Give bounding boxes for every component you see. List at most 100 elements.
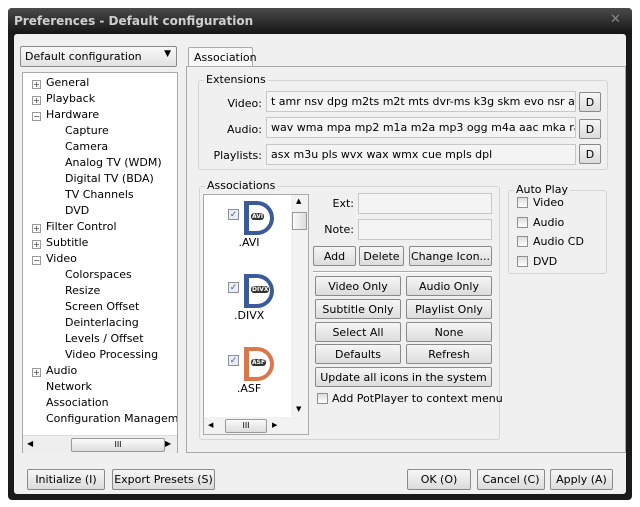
tree-item[interactable]: Screen Offset [65,300,139,313]
update-icons-button[interactable]: Update all icons in the system [315,367,492,387]
autoplay-legend: Auto Play [514,183,570,196]
autoplay-label: Video [533,196,564,209]
expand-icon[interactable]: + [32,96,41,105]
expand-icon[interactable]: + [32,224,41,233]
tree-item[interactable]: Playback [46,92,95,105]
autoplay-checkbox[interactable] [517,216,528,228]
refresh-button[interactable]: Refresh [406,344,492,364]
tree-item[interactable]: Subtitle [46,236,88,249]
association-checkbox[interactable]: ✓ [228,355,239,366]
tree-item[interactable]: Capture [65,124,109,137]
close-icon[interactable]: ✕ [610,12,621,27]
add-button[interactable]: Add [313,246,356,266]
select-all-button[interactable]: Select All [315,322,401,342]
playlist-only-button[interactable]: Playlist Only [406,299,492,319]
autoplay-checkbox[interactable] [517,236,528,248]
note-input[interactable] [358,219,492,240]
playlists-ext-label: Playlists: [213,149,262,162]
tree-item[interactable]: Network [46,380,92,393]
ext-label: Ext: [332,197,354,210]
cancel-button[interactable]: Cancel (C) [477,469,545,490]
file-type-icon: AVI [244,201,274,235]
audio-ext-label: Audio: [227,123,262,136]
video-default-button[interactable]: D [579,92,601,112]
collapse-icon[interactable]: − [32,256,41,265]
tree-item[interactable]: Filter Control [46,220,117,233]
tab-association[interactable]: Association [188,47,257,67]
assoc-hscroll-thumb[interactable]: III [225,419,267,433]
tree-item[interactable]: Association [46,396,109,409]
associations-legend: Associations [205,179,278,192]
video-ext-input[interactable]: t amr nsv dpg m2ts m2t mts dvr-ms k3g sk… [266,91,576,112]
settings-tree[interactable]: + General + Playback − Hardware Capture Camera A… [22,72,178,453]
association-ext-label[interactable]: .DIVX [234,309,264,322]
apply-button[interactable]: Apply (A) [550,469,613,490]
subtitle-only-button[interactable]: Subtitle Only [315,299,401,319]
autoplay-label: Audio [533,215,565,229]
vscroll-thumb[interactable] [292,212,307,230]
scroll-down-icon[interactable]: ▼ [296,405,301,413]
tree-item[interactable]: Resize [65,284,100,297]
tree-item[interactable]: Colorspaces [65,268,132,281]
tree-item[interactable]: DVD [65,204,89,217]
tree-hscroll-thumb[interactable]: III [71,438,165,452]
expand-icon[interactable]: + [32,240,41,249]
file-type-icon: ASF [244,347,274,381]
tree-item[interactable]: Camera [65,140,108,153]
playlists-ext-input[interactable]: asx m3u pls wvx wax wmx cue mpls dpl [266,144,576,165]
tree-item[interactable]: General [46,76,89,89]
tree-item[interactable]: Deinterlacing [65,316,139,329]
association-checkbox[interactable]: ✓ [228,282,239,293]
association-vscrollbar[interactable]: ▲ ▼ [291,195,308,417]
scroll-right-icon[interactable]: ▶ [272,421,277,429]
audio-default-button[interactable]: D [579,119,601,139]
video-only-button[interactable]: Video Only [315,276,401,296]
playlists-default-button[interactable]: D [579,144,601,164]
tab-label: Association [194,51,257,64]
window-title: Preferences - Default configuration [14,14,254,28]
association-ext-label[interactable]: .AVI [234,236,264,249]
note-label: Note: [324,223,354,236]
context-menu-checkbox[interactable] [317,393,328,404]
tree-item[interactable]: TV Channels [65,188,134,201]
config-select[interactable]: Default configuration ▼ [20,46,177,67]
association-ext-label[interactable]: .ASF [234,382,264,395]
scroll-left-icon[interactable]: ◀ [27,439,33,448]
tree-hscrollbar[interactable]: ◀ III ▶ [23,435,177,453]
divider [313,271,492,273]
defaults-button[interactable]: Defaults [315,344,401,364]
expand-icon[interactable]: + [32,80,41,89]
ext-input[interactable] [358,193,492,214]
audio-only-button[interactable]: Audio Only [406,276,492,296]
file-type-tag: DIVX [251,286,270,293]
audio-ext-input[interactable]: wav wma mpa mp2 m1a m2a mp3 ogg m4a aac … [266,117,576,138]
delete-button[interactable]: Delete [359,246,404,266]
association-hscrollbar[interactable]: ◀ III ▶ [204,417,308,434]
export-presets-button[interactable]: Export Presets (S) [112,469,215,490]
extensions-legend: Extensions [204,73,268,86]
tree-item[interactable]: Levels / Offset [65,332,144,345]
chevron-down-icon: ▼ [164,49,171,59]
ok-button[interactable]: OK (O) [407,469,471,490]
association-checkbox[interactable]: ✓ [228,209,239,220]
tree-item[interactable]: Video Processing [65,348,158,361]
collapse-icon[interactable]: − [32,112,41,121]
scroll-up-icon[interactable]: ▲ [296,197,301,205]
tree-item[interactable]: Analog TV (WDM) [65,156,162,169]
tree-item[interactable]: Video [46,252,77,265]
scroll-left-icon[interactable]: ◀ [208,421,213,429]
autoplay-checkbox[interactable] [517,255,528,267]
scroll-right-icon[interactable]: ▶ [165,439,171,448]
initialize-button[interactable]: Initialize (I) [27,469,105,490]
tree-item[interactable]: Configuration Management [46,412,177,425]
change-icon-button[interactable]: Change Icon... [409,246,492,266]
autoplay-checkbox[interactable] [517,197,528,208]
tree-item[interactable]: Audio [46,364,77,377]
expand-icon[interactable]: + [32,368,41,377]
autoplay-label: DVD [533,254,558,268]
tree-item[interactable]: Digital TV (BDA) [65,172,154,185]
file-type-tag: AVI [251,213,265,220]
file-type-tag: ASF [251,359,267,366]
tree-item[interactable]: Hardware [46,108,99,121]
none-button[interactable]: None [406,322,492,342]
